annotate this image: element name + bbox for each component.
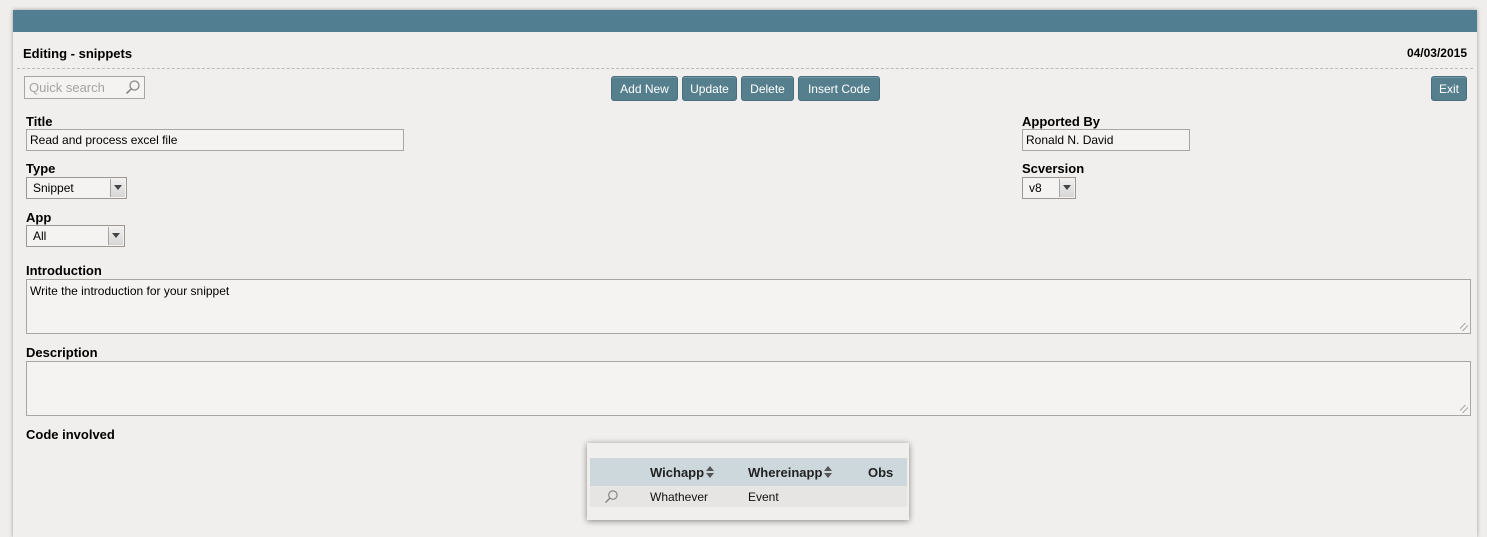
code-involved-label: Code involved — [26, 427, 115, 442]
type-select[interactable]: Snippet — [26, 177, 127, 199]
introduction-textarea[interactable]: Write the introduction for your snippet — [26, 279, 1471, 334]
chevron-down-icon[interactable] — [1059, 179, 1074, 197]
app-select[interactable]: All — [26, 225, 125, 247]
chevron-down-icon[interactable] — [110, 179, 125, 197]
insert-code-button[interactable]: Insert Code — [798, 76, 880, 101]
grid-header: Wichapp Whereinapp Obs — [590, 458, 907, 486]
app-select-value: All — [33, 229, 47, 243]
type-label: Type — [26, 161, 56, 176]
apported-by-field[interactable]: Ronald N. David — [1022, 129, 1190, 151]
add-new-button[interactable]: Add New — [611, 76, 678, 101]
table-row[interactable]: Whathever Event — [590, 486, 907, 507]
column-header-wichapp[interactable]: Wichapp — [650, 465, 715, 480]
column-header-whereinapp[interactable]: Whereinapp — [748, 465, 833, 480]
search-icon[interactable] — [604, 489, 619, 504]
update-button[interactable]: Update — [682, 76, 737, 101]
app-frame: Editing - snippets 04/03/2015 Add New Up… — [13, 10, 1477, 537]
scversion-select[interactable]: v8 — [1022, 177, 1076, 199]
apported-by-label: Apported By — [1022, 114, 1100, 129]
quick-search-input[interactable] — [25, 77, 125, 98]
description-textarea[interactable] — [26, 361, 1471, 416]
resize-handle-icon[interactable] — [1460, 405, 1468, 413]
chevron-down-icon[interactable] — [108, 227, 123, 245]
page-title: Editing - snippets — [23, 46, 133, 61]
scversion-label: Scversion — [1022, 161, 1085, 176]
sort-icon[interactable] — [706, 466, 715, 478]
delete-button[interactable]: Delete — [741, 76, 794, 101]
app-label: App — [26, 210, 52, 225]
description-label: Description — [26, 345, 98, 360]
code-involved-grid: Wichapp Whereinapp Obs Whathever Event — [587, 443, 909, 520]
header-divider — [17, 68, 1473, 69]
quick-search — [24, 76, 145, 99]
page-date: 04/03/2015 — [1406, 46, 1467, 60]
title-field[interactable]: Read and process excel file — [26, 129, 404, 151]
introduction-label: Introduction — [26, 263, 102, 278]
cell-whereinapp: Event — [748, 490, 779, 504]
search-icon[interactable] — [125, 79, 141, 95]
column-header-obs[interactable]: Obs — [868, 465, 893, 480]
type-select-value: Snippet — [33, 181, 74, 195]
resize-handle-icon[interactable] — [1460, 323, 1468, 331]
introduction-text: Write the introduction for your snippet — [30, 284, 230, 298]
sort-icon[interactable] — [824, 466, 833, 478]
top-bar — [13, 10, 1477, 32]
column-header-label: Whereinapp — [748, 465, 823, 480]
scversion-select-value: v8 — [1029, 181, 1042, 195]
title-label: Title — [26, 114, 53, 129]
cell-wichapp: Whathever — [650, 490, 709, 504]
column-header-label: Wichapp — [650, 465, 705, 480]
exit-button[interactable]: Exit — [1431, 76, 1467, 101]
